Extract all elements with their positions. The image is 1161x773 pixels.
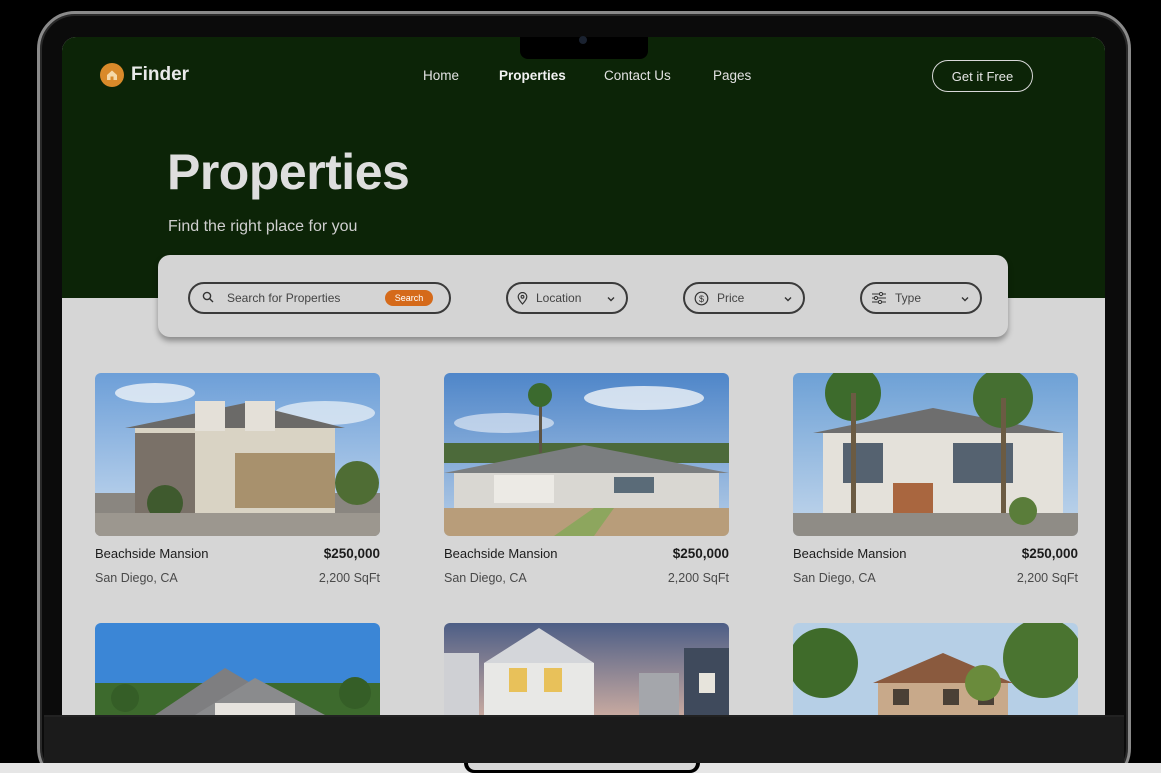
search-button[interactable]: Search bbox=[385, 290, 433, 306]
property-photo[interactable] bbox=[444, 623, 729, 715]
chevron-down-icon bbox=[783, 293, 793, 307]
nav-properties[interactable]: Properties bbox=[499, 68, 566, 83]
property-photo[interactable] bbox=[95, 623, 380, 715]
property-name[interactable]: Beachside Mansion bbox=[95, 546, 208, 561]
property-name[interactable]: Beachside Mansion bbox=[793, 546, 906, 561]
dollar-icon: $ bbox=[694, 291, 709, 306]
property-location: San Diego, CA bbox=[95, 571, 178, 585]
property-name[interactable]: Beachside Mansion bbox=[444, 546, 557, 561]
camera-icon bbox=[579, 36, 587, 44]
property-area: 2,200 SqFt bbox=[1016, 571, 1078, 585]
price-label: Price bbox=[717, 291, 745, 305]
nav-contact-us[interactable]: Contact Us bbox=[604, 68, 671, 83]
sliders-icon bbox=[871, 292, 887, 304]
search-icon bbox=[202, 291, 214, 306]
chevron-down-icon bbox=[960, 293, 970, 307]
property-photo[interactable] bbox=[793, 623, 1078, 715]
nav-pages[interactable]: Pages bbox=[713, 68, 751, 83]
property-card[interactable] bbox=[95, 623, 380, 715]
property-price: $250,000 bbox=[323, 546, 380, 561]
property-price: $250,000 bbox=[672, 546, 729, 561]
property-price: $250,000 bbox=[1021, 546, 1078, 561]
property-card[interactable] bbox=[444, 623, 729, 715]
browser-viewport: Finder Home Properties Contact Us Pages … bbox=[62, 37, 1105, 715]
location-pin-icon bbox=[517, 291, 528, 305]
property-photo[interactable] bbox=[444, 373, 729, 536]
property-area: 2,200 SqFt bbox=[667, 571, 729, 585]
property-location: San Diego, CA bbox=[444, 571, 527, 585]
property-card[interactable]: Beachside Mansion $250,000 San Diego, CA… bbox=[444, 373, 729, 585]
chevron-down-icon bbox=[606, 293, 616, 307]
search-field[interactable]: Search for Properties Search bbox=[188, 282, 451, 314]
type-label: Type bbox=[895, 291, 922, 305]
location-label: Location bbox=[536, 291, 582, 305]
price-select[interactable]: $ Price bbox=[683, 282, 805, 314]
property-location: San Diego, CA bbox=[793, 571, 876, 585]
brand-logo[interactable]: Finder bbox=[100, 63, 189, 87]
home-icon bbox=[100, 63, 124, 87]
get-it-free-button[interactable]: Get it Free bbox=[932, 60, 1033, 92]
search-input[interactable]: Search for Properties bbox=[227, 291, 340, 305]
page-subtitle: Find the right place for you bbox=[168, 218, 358, 235]
property-photo[interactable] bbox=[793, 373, 1078, 536]
laptop-base-notch bbox=[464, 763, 700, 773]
brand-name: Finder bbox=[131, 64, 190, 85]
svg-text:$: $ bbox=[699, 293, 704, 303]
property-photo[interactable] bbox=[95, 373, 380, 536]
page-title: Properties bbox=[167, 144, 410, 200]
nav-home[interactable]: Home bbox=[423, 68, 459, 83]
property-card[interactable] bbox=[793, 623, 1078, 715]
filter-panel: Search for Properties Search Location $ … bbox=[158, 255, 1008, 337]
location-select[interactable]: Location bbox=[506, 282, 628, 314]
property-card[interactable]: Beachside Mansion $250,000 San Diego, CA… bbox=[95, 373, 380, 585]
property-area: 2,200 SqFt bbox=[318, 571, 380, 585]
type-select[interactable]: Type bbox=[860, 282, 982, 314]
property-card[interactable]: Beachside Mansion $250,000 San Diego, CA… bbox=[793, 373, 1078, 585]
laptop-bezel bbox=[44, 715, 1124, 765]
